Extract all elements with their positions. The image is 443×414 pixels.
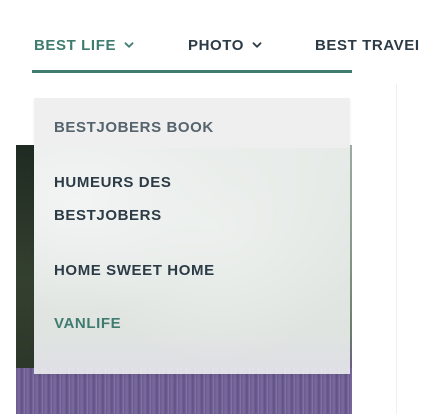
- dropdown-item-vanlife[interactable]: VANLIFE: [54, 315, 121, 332]
- nav-item-label: BEST LIFE: [34, 36, 117, 54]
- dropdown-item-humeurs-des-bestjobers[interactable]: HUMEURS DES: [54, 174, 171, 191]
- chevron-down-icon: [252, 42, 262, 48]
- chevron-down-icon: [124, 42, 134, 48]
- active-nav-underline: [32, 70, 352, 73]
- page: BEST LIFE PHOTO BEST TRAVEI BESTJOBERS B…: [0, 0, 443, 414]
- dropdown-item-home-sweet-home[interactable]: HOME SWEET HOME: [54, 262, 215, 279]
- nav-item-label: BEST TRAVEI: [315, 36, 420, 54]
- nav-item-label: PHOTO: [188, 36, 245, 54]
- nav-item-best-life[interactable]: BEST LIFE: [34, 32, 135, 58]
- content-divider: [396, 84, 397, 414]
- dropdown-item-bestjobers-book[interactable]: BESTJOBERS BOOK: [54, 119, 214, 136]
- dropdown-item-humeurs-des-bestjobers-line2[interactable]: BESTJOBERS: [54, 207, 162, 224]
- nav-item-photo[interactable]: PHOTO: [188, 32, 263, 58]
- photo-lavender-field: [16, 368, 352, 414]
- main-navigation: BEST LIFE PHOTO BEST TRAVEI: [0, 0, 443, 80]
- nav-item-best-travel[interactable]: BEST TRAVEI: [315, 32, 420, 58]
